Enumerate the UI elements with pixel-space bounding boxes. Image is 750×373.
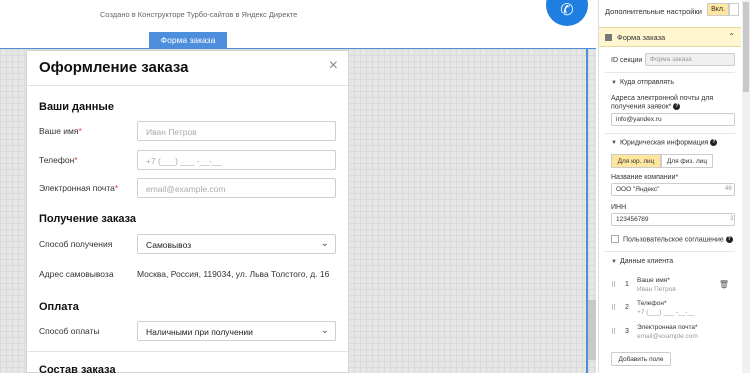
- toggle-off-part[interactable]: [729, 3, 739, 16]
- field-item[interactable]: ⠿ 3 Электронная почта* email@example.com: [607, 322, 735, 344]
- tab-legal-entity[interactable]: Для юр. лиц: [611, 154, 661, 168]
- section-id-input[interactable]: Форма заказа: [645, 53, 735, 66]
- field-hint: Иван Петров: [637, 286, 676, 293]
- preview-area: Создано в Конструкторе Турбо-сайтов в Ян…: [0, 0, 596, 373]
- drag-handle-icon[interactable]: ⠿: [611, 304, 616, 312]
- email-desc-line1: Адреса электронной почты для: [611, 95, 714, 102]
- address-value: Москва, Россия, 119034, ул. Льва Толстог…: [137, 269, 330, 279]
- company-char-count: 48: [725, 186, 732, 192]
- phone-icon[interactable]: ✆: [546, 0, 588, 26]
- email-desc-line2: получения заявок* ?: [611, 103, 681, 111]
- section-id-label: ID секции: [611, 57, 643, 64]
- phone-input[interactable]: +7 (___) ___ -__-__: [137, 150, 336, 170]
- section-payment-title: Оплата: [39, 301, 79, 313]
- section-delivery-title: Получение заказа: [39, 213, 137, 225]
- inn-label: ИНН: [611, 204, 627, 211]
- field-number: 1: [625, 281, 629, 288]
- chevron-up-icon: ⌃: [728, 32, 735, 41]
- required-mark: *: [114, 183, 119, 193]
- chevron-down-icon: ⌄: [320, 238, 329, 249]
- company-label: Название компании*: [611, 174, 678, 181]
- email-label: Электронная почта*: [39, 183, 118, 193]
- payment-label: Способ оплаты: [39, 326, 100, 336]
- agreement-text: Пользовательское соглашение: [623, 236, 724, 244]
- divider: [27, 85, 348, 86]
- email-input[interactable]: email@example.com: [137, 178, 336, 198]
- extra-settings-toggle[interactable]: Вкл.: [707, 3, 729, 16]
- email-desc-text: получения заявок: [611, 103, 669, 111]
- form-section-tag[interactable]: Форма заказа: [149, 32, 227, 48]
- required-mark: *: [78, 126, 82, 136]
- send-to-title[interactable]: ▼ Куда отправлять: [611, 79, 674, 86]
- field-name: Электронная почта*: [637, 324, 698, 331]
- phone-label: Телефон*: [39, 155, 78, 165]
- page-top: Создано в Конструкторе Турбо-сайтов в Ян…: [0, 0, 596, 48]
- company-label-text: Название компании: [611, 174, 676, 181]
- field-number: 3: [625, 328, 629, 335]
- divider: [605, 251, 735, 252]
- notify-email-input[interactable]: info@yandex.ru: [611, 113, 735, 126]
- field-name: Ваше имя*: [637, 277, 670, 284]
- extra-settings-label: Дополнительные настройки: [605, 7, 702, 16]
- triangle-down-icon: ▼: [611, 80, 617, 86]
- method-label: Способ получения: [39, 239, 113, 249]
- help-icon[interactable]: ?: [710, 139, 718, 146]
- client-data-title[interactable]: ▼ Данные клиента: [611, 258, 673, 265]
- payment-method-value: Наличными при получении: [146, 327, 253, 337]
- company-input[interactable]: ООО "Яндекс": [611, 183, 735, 196]
- form-icon: [605, 34, 612, 41]
- email-label-text: Электронная почта: [39, 183, 115, 193]
- field-item[interactable]: ⠿ 2 Телефон* +7 (___) ___ -__-__: [607, 298, 735, 320]
- legal-info-title[interactable]: ▼ Юридическая информация ?: [611, 139, 718, 147]
- panel-scrollbar[interactable]: [742, 0, 750, 373]
- triangle-down-icon: ▼: [611, 259, 617, 265]
- agreement-checkbox[interactable]: [611, 235, 619, 243]
- field-item[interactable]: ⠿ 1 Ваше имя* Иван Петров 🗑: [607, 275, 735, 297]
- divider: [605, 133, 735, 134]
- field-hint: email@example.com: [637, 333, 698, 340]
- drag-handle-icon[interactable]: ⠿: [611, 281, 616, 289]
- client-data-text: Данные клиента: [619, 258, 674, 265]
- canvas-scrollbar[interactable]: [588, 300, 596, 360]
- scrollbar-thumb[interactable]: [743, 2, 749, 92]
- name-input[interactable]: Иван Петров: [137, 121, 336, 141]
- divider: [605, 72, 735, 73]
- field-number: 2: [625, 304, 629, 311]
- payment-method-select[interactable]: Наличными при получении ⌄: [137, 321, 336, 341]
- name-label: Ваше имя*: [39, 126, 82, 136]
- inn-input[interactable]: 123456789: [611, 213, 735, 226]
- chevron-down-icon: ⌄: [320, 325, 329, 336]
- help-icon[interactable]: ?: [673, 103, 681, 110]
- legal-info-text: Юридическая информация: [619, 139, 709, 147]
- name-label-text: Ваше имя: [39, 126, 79, 136]
- delivery-method-value: Самовывоз: [146, 240, 192, 250]
- field-name: Телефон*: [637, 300, 667, 307]
- order-modal: Оформление заказа × Ваши данные Ваше имя…: [26, 50, 349, 373]
- divider: [27, 351, 348, 352]
- send-to-text: Куда отправлять: [619, 79, 675, 86]
- delivery-method-select[interactable]: Самовывоз ⌄: [137, 234, 336, 254]
- drag-handle-icon[interactable]: ⠿: [611, 328, 616, 336]
- form-section-header[interactable]: Форма заказа ⌃: [599, 27, 741, 47]
- required-mark: *: [74, 155, 78, 165]
- phone-label-text: Телефон: [39, 155, 75, 165]
- inn-char-count: 3: [730, 216, 734, 222]
- help-icon[interactable]: ?: [725, 236, 733, 243]
- created-with-text: Создано в Конструкторе Турбо-сайтов в Ян…: [100, 10, 298, 19]
- triangle-down-icon: ▼: [611, 140, 617, 147]
- settings-panel: Дополнительные настройки Вкл. Форма зака…: [598, 0, 741, 373]
- required-mark: *: [668, 103, 672, 111]
- tab-individual[interactable]: Для физ. лиц: [661, 154, 713, 168]
- address-label: Адрес самовывоза: [39, 269, 114, 279]
- modal-title: Оформление заказа: [39, 59, 189, 76]
- agreement-label: Пользовательское соглашение ?: [623, 236, 733, 243]
- form-section-title: Форма заказа: [617, 33, 666, 42]
- section-order-title: Состав заказа: [39, 364, 116, 373]
- close-icon[interactable]: ×: [329, 57, 338, 75]
- add-field-button[interactable]: Добавить поле: [611, 352, 671, 366]
- section-contacts-title: Ваши данные: [39, 101, 114, 113]
- trash-icon[interactable]: 🗑: [719, 280, 729, 289]
- required-mark: *: [675, 174, 679, 181]
- field-hint: +7 (___) ___ -__-__: [637, 309, 695, 316]
